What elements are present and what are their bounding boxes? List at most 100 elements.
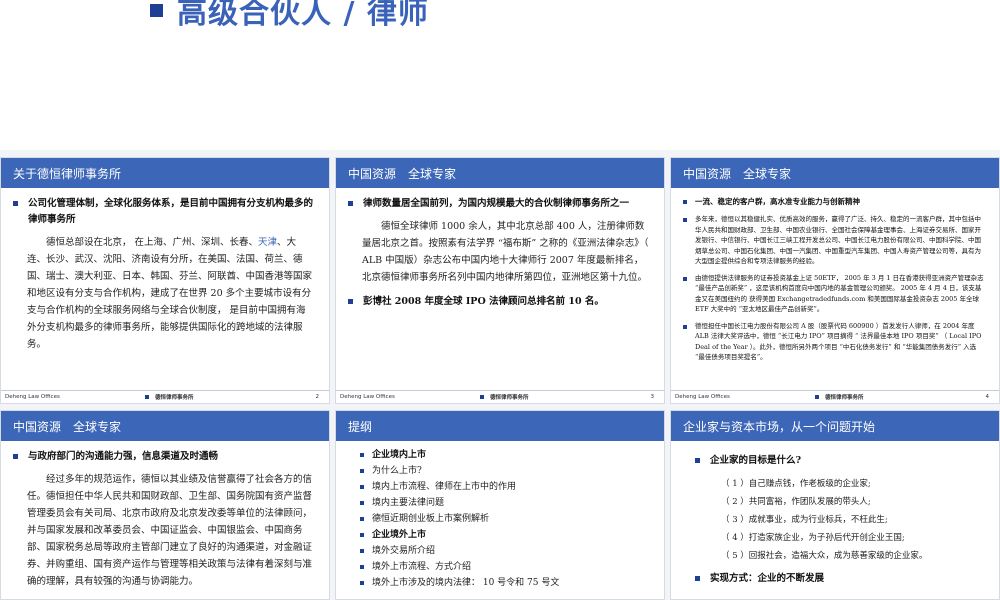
- outline-sub-item: 境外上市流程、方式介绍: [360, 559, 650, 575]
- slide-thumbnail-6[interactable]: 提纲 企业境内上市 为什么上市? 境内上市流程、律师在上市中的作用 境内主要法律问题德…: [335, 410, 665, 600]
- bullet-square-icon: [360, 565, 364, 569]
- outline-item-text: 境外交易所介绍: [372, 546, 436, 556]
- top-title-text: 高级合伙人 / 律师: [177, 0, 429, 31]
- slide-thumbnail-4[interactable]: 中国资源 全球专家 一流、稳定的客户群，高水准专业能力与创新精神 多年来，德恒以…: [670, 157, 1000, 404]
- outline-item-text: 境外上市涉及的境内法律： 10 号令和 75 号文: [372, 578, 560, 588]
- bullet-text: 公司化管理体制，全球化服务体系，是目前中国拥有分支机构最多的律师事务所: [28, 198, 314, 225]
- footer-left-text: Deheng Law Offices: [675, 394, 730, 400]
- slide-thumbnail-3[interactable]: 中国资源 全球专家 律师数量居全国前列，为国内规模最大的合伙制律师事务所之一 德…: [335, 157, 665, 404]
- bullet-item: 律师数量居全国前列，为国内规模最大的合伙制律师事务所之一: [348, 196, 650, 212]
- bullet-item: 实现方式：企业的不断发展: [695, 571, 985, 587]
- footer-left-text: Deheng Law Offices: [340, 394, 395, 400]
- goal-item: （ 5 ）回报社会，造福大众，成为慈善家级的企业家。: [721, 551, 928, 561]
- outline-item-text: 境内上市流程、律师在上市中的作用: [372, 482, 517, 492]
- outline-sub-item: 境内上市流程、律师在上市中的作用: [360, 479, 650, 495]
- body-paragraph: 德恒总部设在北京， 在上海、广州、深圳、长春、天津、大连、长沙、武汉、沈阳、济南…: [27, 234, 315, 353]
- bullet-square-icon: [683, 276, 687, 281]
- bullet-square-icon: [815, 395, 819, 399]
- bullet-square-icon: [695, 458, 700, 463]
- page-number: 4: [985, 394, 990, 400]
- outline-item-text: 为什么上市?: [372, 466, 422, 476]
- bullet-square-icon: [348, 299, 353, 304]
- bullet-text: 德恒担任中国长江电力股份有限公司 A 股（股票代码 600900 ）首发发行人律…: [695, 321, 982, 362]
- outline-item-text: 企业境外上市: [372, 530, 427, 540]
- bullet-item: 由德恒提供法律服务的证券投资基金上证 50ETF， 2005 年 3 月 1 日…: [683, 273, 985, 315]
- slide-body: 律师数量居全国前列，为国内规模最大的合伙制律师事务所之一 德恒全球律师 1000…: [336, 188, 664, 310]
- paragraph-text: 德恒总部设在北京， 在上海、广州、深圳、长春、: [46, 237, 259, 248]
- slide-header: 关于德恒律师事务所: [1, 158, 329, 188]
- bullet-text: 企业家的目标是什么?: [710, 455, 802, 466]
- slide-thumbnail-5[interactable]: 中国资源 全球专家 与政府部门的沟通能力强，信息渠道及时通畅 经过多年的规范运作…: [0, 410, 330, 600]
- bullet-square-icon: [480, 395, 484, 399]
- outline-item-text: 企业境内上市: [372, 450, 427, 460]
- bullet-item: 多年来，德恒以其稳健扎实、优质高效的服务，赢得了广泛、持久、稳定的一流客户群，其…: [683, 214, 985, 267]
- bullet-square-icon: [348, 201, 353, 206]
- body-paragraph: 德恒全球律师 1000 余人，其中北京总部 400 人，注册律师数量居北京之首。…: [362, 221, 649, 283]
- bullet-square-icon: [360, 469, 364, 473]
- footer-center-text: 德恒律师事务所: [490, 395, 529, 401]
- bullet-text: 彭博社 2008 年度全球 IPO 法律顾问总排名前 10 名。: [363, 296, 604, 307]
- bullet-item: 公司化管理体制，全球化服务体系，是目前中国拥有分支机构最多的律师事务所: [13, 196, 315, 228]
- slide-header: 中国资源 全球专家: [336, 158, 664, 188]
- paragraph-text: 、大连、长沙、武汉、沈阳、济南设有分所，在美国、法国、荷兰、德国、瑞士、澳大利亚…: [27, 237, 313, 350]
- goal-item: （ 3 ）成就事业，成为行业标兵，不枉此生;: [721, 515, 888, 525]
- slide-footer: Deheng Law Offices 德恒律师事务所 2: [1, 390, 329, 403]
- outline-item-text: 德恒近期创业板上市案例解析: [372, 514, 490, 524]
- bullet-text: 实现方式：企业的不断发展: [710, 573, 825, 584]
- footer-left-text: Deheng Law Offices: [5, 394, 60, 400]
- goal-item: （ 2 ）共同富裕，作团队发展的带头人;: [721, 497, 871, 507]
- bullet-text: 一流、稳定的客户群，高水准专业能力与创新精神: [695, 197, 860, 206]
- slide-header: 中国资源 全球专家: [671, 158, 999, 188]
- body-paragraph: 经过多年的规范运作，德恒以其业绩及信誉赢得了社会各方的信任。德恒担任中华人民共和…: [27, 474, 313, 587]
- bullet-square-icon: [683, 200, 687, 204]
- page-number: 2: [315, 394, 320, 400]
- highlight-text: 天津: [258, 237, 278, 248]
- bullet-item: 一流、稳定的客户群，高水准专业能力与创新精神: [683, 196, 985, 208]
- slide-body: 企业家的目标是什么? （ 1 ）自己赚点钱，作老板级的企业家; （ 2 ）共同富…: [671, 441, 999, 587]
- bullet-square-icon: [145, 395, 149, 399]
- top-title: 高级合伙人 / 律师: [150, 0, 429, 31]
- slide-thumbnail-7[interactable]: 企业家与资本市场，从一个问题开始 企业家的目标是什么? （ 1 ）自己赚点钱，作…: [670, 410, 1000, 600]
- slide-body: 与政府部门的沟通能力强，信息渠道及时通畅 经过多年的规范运作，德恒以其业绩及信誉…: [1, 441, 329, 590]
- bullet-square-icon: [360, 533, 364, 537]
- footer-center: 德恒律师事务所: [145, 393, 194, 401]
- bullet-text: 由德恒提供法律服务的证券投资基金上证 50ETF， 2005 年 3 月 1 日…: [695, 273, 984, 314]
- slide-header: 中国资源 全球专家: [1, 411, 329, 441]
- bullet-item: 企业家的目标是什么?: [695, 453, 985, 469]
- outline-sub-item: 为什么上市?: [360, 463, 650, 479]
- outline-sub-item: 境外交易所介绍: [360, 543, 650, 559]
- slide-header: 企业家与资本市场，从一个问题开始: [671, 411, 999, 441]
- bullet-item: 与政府部门的沟通能力强，信息渠道及时通畅: [13, 449, 315, 465]
- outline-item-text: 境内主要法律问题: [372, 498, 445, 508]
- outline-sub-item: 德恒近期创业板上市案例解析: [360, 511, 650, 527]
- footer-center-text: 德恒律师事务所: [825, 395, 864, 401]
- outline-main-item: 企业境内上市: [360, 447, 650, 463]
- slide-body: 一流、稳定的客户群，高水准专业能力与创新精神 多年来，德恒以其稳健扎实、优质高效…: [671, 188, 999, 363]
- slide-thumbnail-2[interactable]: 关于德恒律师事务所 公司化管理体制，全球化服务体系，是目前中国拥有分支机构最多的…: [0, 157, 330, 404]
- goal-item: （ 4 ）打造家族企业，为子孙后代开创企业王国;: [721, 533, 905, 543]
- slide-header: 提纲: [336, 411, 664, 441]
- bullet-square-icon: [683, 218, 687, 222]
- bullet-square-icon: [360, 501, 364, 505]
- bullet-square-icon: [683, 324, 687, 329]
- goal-item: （ 1 ）自己赚点钱，作老板级的企业家;: [721, 479, 871, 489]
- bullet-square-icon: [360, 453, 364, 457]
- bullet-item: 彭博社 2008 年度全球 IPO 法律顾问总排名前 10 名。: [348, 294, 650, 310]
- bullet-item: 德恒担任中国长江电力股份有限公司 A 股（股票代码 600900 ）首发发行人律…: [683, 321, 985, 363]
- outline-item-text: 境外上市流程、方式介绍: [372, 562, 472, 572]
- page-number: 3: [650, 394, 655, 400]
- bullet-square-icon: [150, 3, 163, 17]
- bullet-text: 律师数量居全国前列，为国内规模最大的合伙制律师事务所之一: [363, 198, 630, 209]
- bullet-square-icon: [360, 485, 364, 489]
- bullet-text: 与政府部门的沟通能力强，信息渠道及时通畅: [28, 451, 219, 462]
- footer-center: 德恒律师事务所: [815, 393, 864, 401]
- bullet-text: 多年来，德恒以其稳健扎实、优质高效的服务，赢得了广泛、持久、稳定的一流客户群，其…: [695, 215, 981, 265]
- footer-center: 德恒律师事务所: [480, 393, 529, 401]
- bullet-square-icon: [13, 201, 18, 206]
- top-banner: 高级合伙人 / 律师: [0, 0, 1000, 150]
- bullet-square-icon: [695, 576, 700, 581]
- outline-sub-item: 境内主要法律问题: [360, 495, 650, 511]
- outline-sub-item: 境外上市涉及的境内法律： 10 号令和 75 号文: [360, 575, 650, 591]
- outline-main-item: 企业境外上市: [360, 527, 650, 543]
- bullet-square-icon: [360, 581, 364, 585]
